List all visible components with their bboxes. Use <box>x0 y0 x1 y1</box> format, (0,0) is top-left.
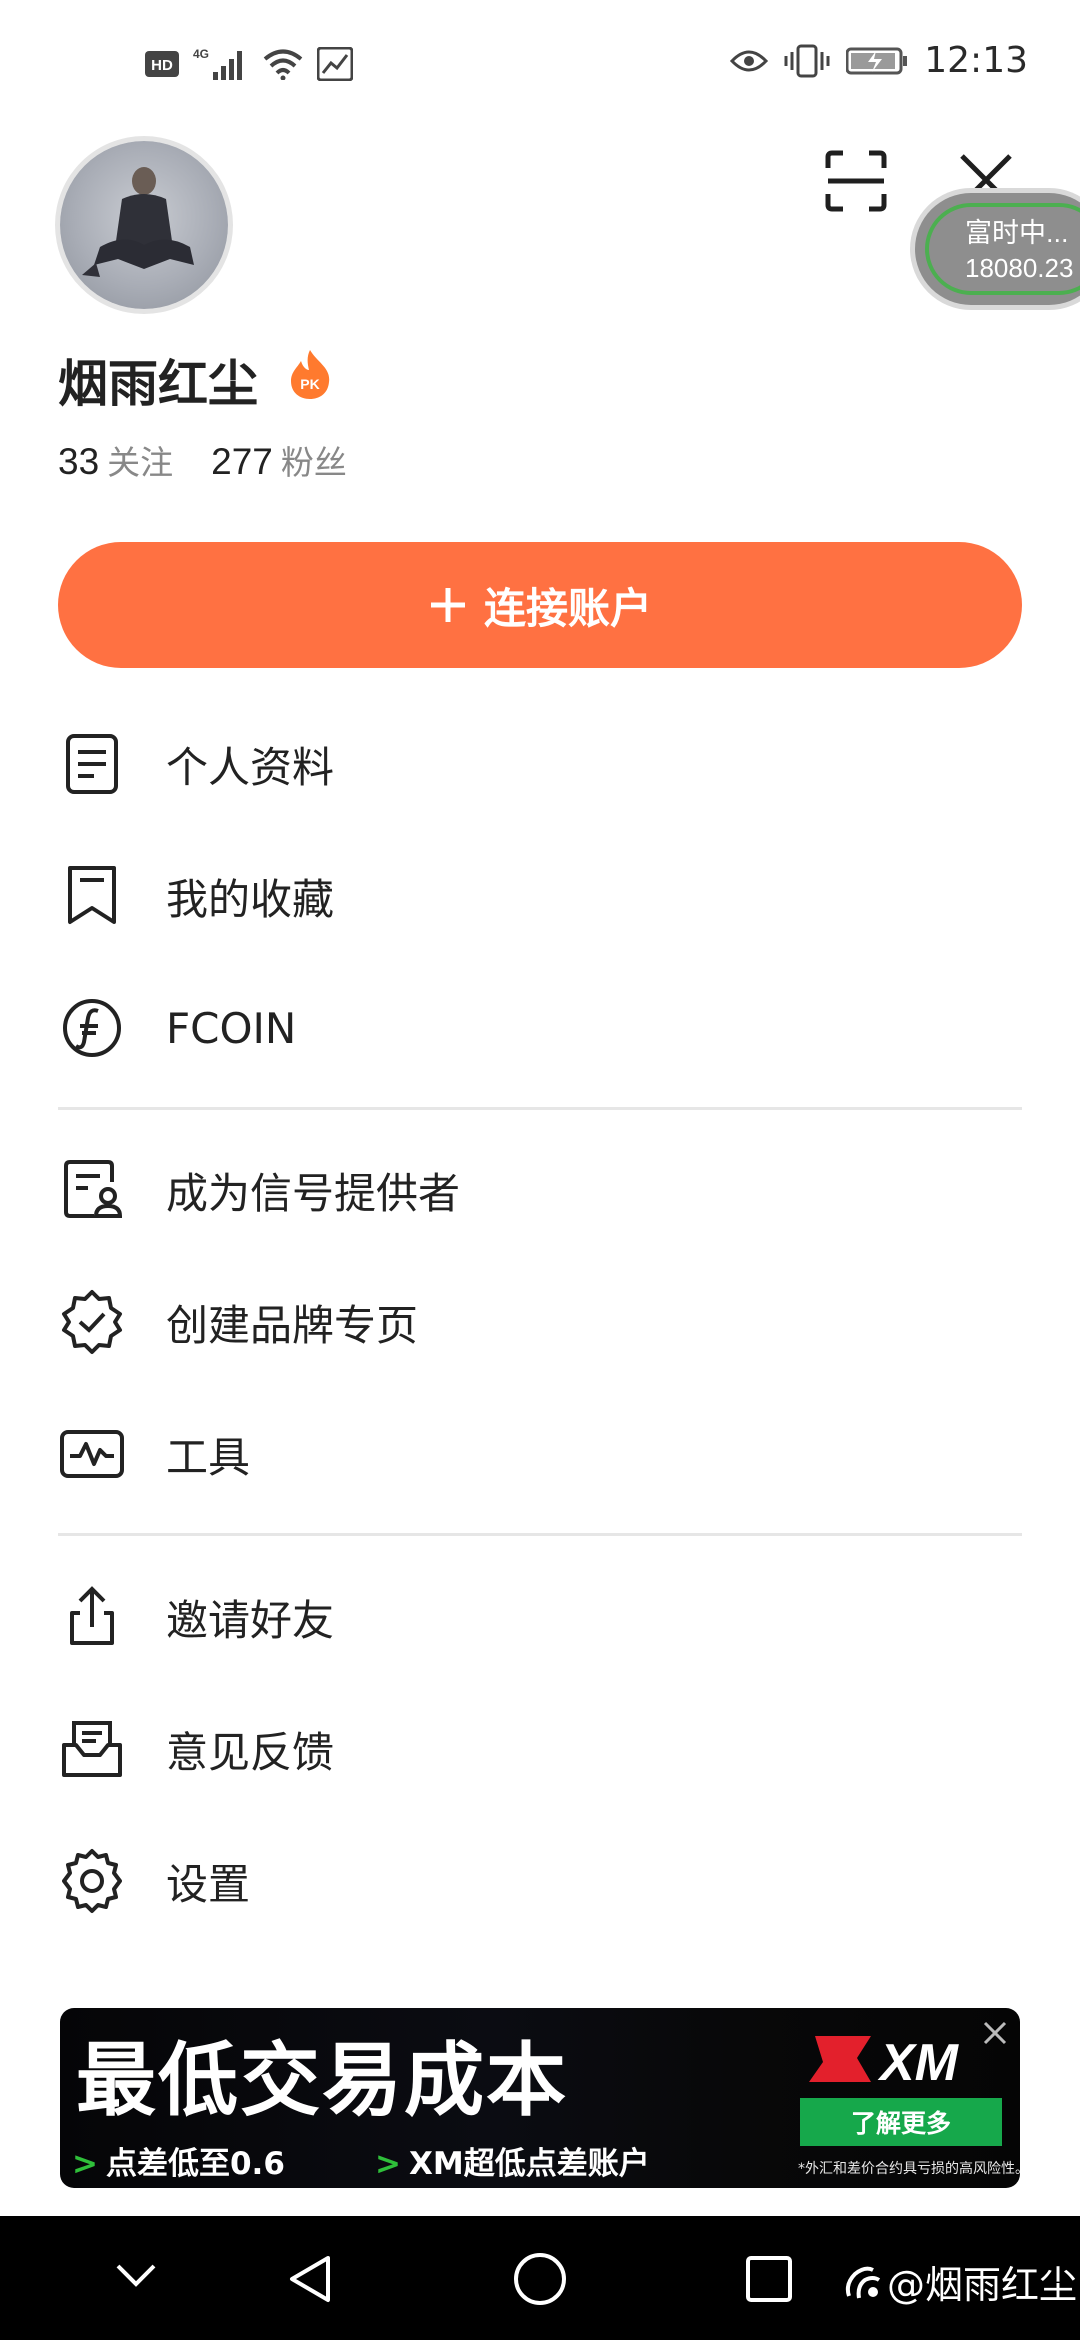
menu-item-signal-provider[interactable]: 成为信号提供者 <box>58 1135 1022 1245</box>
signal-provider-icon <box>64 1160 123 1218</box>
feedback-icon <box>62 1721 122 1777</box>
ad-point-account: > XM超低点差账户 <box>375 2146 650 2182</box>
followers-count[interactable]: 277 <box>211 441 273 483</box>
menu-label-favorites: 我的收藏 <box>166 874 335 924</box>
svg-text:PK: PK <box>300 376 319 392</box>
ad-disclaimer: *外汇和差价合约具亏损的高风险性。 <box>798 2161 1020 2177</box>
vibrate-icon <box>784 44 830 78</box>
gear-icon <box>62 1849 122 1913</box>
collapse-icon[interactable] <box>112 2260 160 2290</box>
eye-icon <box>730 49 769 73</box>
fcoin-icon <box>63 999 121 1057</box>
menu-item-favorites[interactable]: 我的收藏 <box>58 841 1022 951</box>
scan-icon[interactable] <box>825 150 887 212</box>
clock: 12:13 <box>924 40 1028 81</box>
menu-item-brand-page[interactable]: 创建品牌专页 <box>58 1267 1022 1377</box>
menu-label-profile: 个人资料 <box>166 742 335 792</box>
battery-icon <box>846 46 908 76</box>
menu-label-invite-friends: 邀请好友 <box>166 1595 335 1645</box>
username: 烟雨红尘 <box>58 355 258 413</box>
back-icon[interactable] <box>286 2254 334 2304</box>
menu-item-fcoin[interactable]: FCOIN <box>58 973 1022 1083</box>
pulse-chart-icon <box>60 1430 124 1478</box>
weibo-logo-icon <box>845 2266 881 2298</box>
svg-text:4G: 4G <box>193 47 209 61</box>
menu-label-brand-page: 创建品牌专页 <box>166 1300 419 1350</box>
wifi-icon <box>263 48 303 80</box>
divider <box>58 1107 1022 1110</box>
svg-text:XM: XM <box>877 2034 960 2088</box>
menu-item-profile[interactable]: 个人资料 <box>58 709 1022 819</box>
menu-label-tools: 工具 <box>166 1432 251 1482</box>
menu-label-signal-provider: 成为信号提供者 <box>166 1168 461 1218</box>
watermark-text: @烟雨红尘 <box>887 2263 1078 2307</box>
menu-item-feedback[interactable]: 意见反馈 <box>58 1694 1022 1804</box>
home-icon[interactable] <box>512 2251 568 2307</box>
following-count[interactable]: 33 <box>58 441 99 483</box>
floating-ticker-widget[interactable]: 富时中... 18080.23 <box>915 193 1080 305</box>
chevron-right-icon: > <box>375 2146 401 2182</box>
ad-banner[interactable]: 最低交易成本 > 点差低至0.6 > XM超低点差账户 XM 了解更多 *外汇和差价… <box>60 2008 1020 2188</box>
avatar[interactable] <box>60 141 228 309</box>
following-label[interactable]: 关注 <box>107 436 173 484</box>
menu-item-settings[interactable]: 设置 <box>58 1826 1022 1936</box>
hd-icon: HD <box>145 51 179 77</box>
svg-text:HD: HD <box>151 57 173 74</box>
divider <box>58 1533 1022 1536</box>
watermark: @烟雨红尘 <box>843 2254 1077 2309</box>
document-icon <box>66 734 118 794</box>
recents-icon[interactable] <box>744 2254 794 2304</box>
screenshot-notification-icon <box>317 47 353 81</box>
status-left-icons: HD 4G <box>145 46 353 82</box>
menu-label-fcoin: FCOIN <box>166 1003 297 1053</box>
status-bar: HD 4G 12:13 <box>0 0 1080 132</box>
avatar-figure-icon <box>82 167 194 277</box>
share-icon <box>70 1586 114 1645</box>
bookmark-icon <box>68 866 116 924</box>
menu-label-feedback: 意见反馈 <box>166 1727 335 1777</box>
pk-flame-badge-icon: PK <box>287 348 333 400</box>
ad-headline: 最低交易成本 <box>76 2034 568 2127</box>
ad-close-icon[interactable] <box>980 2018 1010 2048</box>
menu-label-settings: 设置 <box>166 1859 251 1909</box>
followers-label[interactable]: 粉丝 <box>281 436 347 484</box>
menu-item-invite-friends[interactable]: 邀请好友 <box>58 1562 1022 1672</box>
chevron-right-icon: > <box>72 2146 98 2182</box>
connect-account-label: 连接账户 <box>483 583 652 633</box>
4g-signal-icon: 4G <box>193 46 249 82</box>
status-right: 12:13 <box>730 40 1028 81</box>
menu-item-tools[interactable]: 工具 <box>58 1399 1022 1509</box>
ad-point-spread: > 点差低至0.6 <box>72 2146 285 2182</box>
verified-badge-icon <box>62 1290 122 1354</box>
ticker-name: 富时中... <box>965 218 1069 248</box>
learn-more-button[interactable]: 了解更多 <box>800 2098 1002 2146</box>
follow-stats: 33 关注 277 粉丝 <box>58 436 347 484</box>
connect-account-button[interactable]: 连接账户 <box>58 542 1022 668</box>
ticker-value: 18080.23 <box>965 253 1074 283</box>
plus-icon <box>430 588 465 622</box>
